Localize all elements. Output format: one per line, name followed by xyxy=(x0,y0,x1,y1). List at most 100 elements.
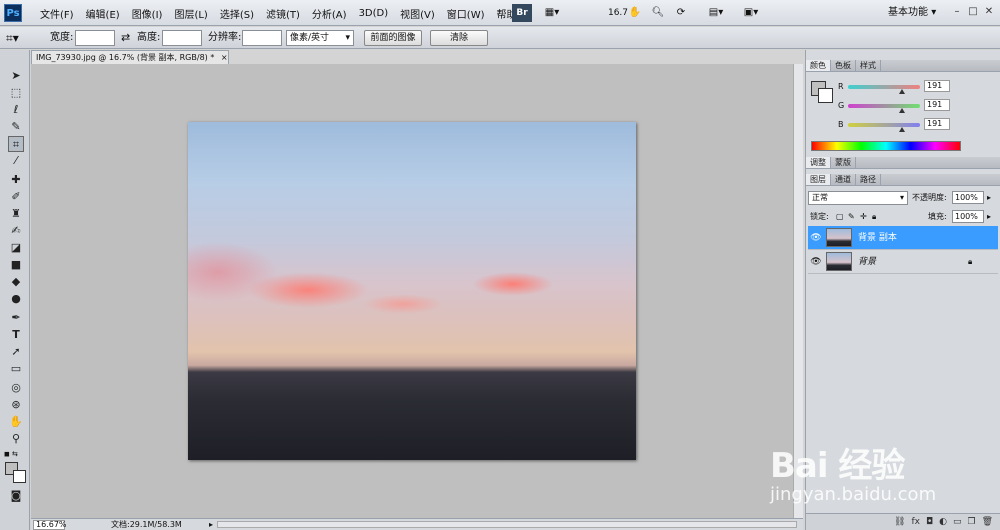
arrange-documents-button[interactable]: ▤▾ xyxy=(703,4,729,22)
tab-swatches[interactable]: 色板 xyxy=(831,60,856,71)
zoom-field[interactable]: 16.67% xyxy=(33,520,67,530)
tab-masks[interactable]: 蒙版 xyxy=(831,157,856,168)
tab-layers[interactable]: 图层 xyxy=(806,174,831,185)
b-value[interactable]: 191 xyxy=(924,118,950,130)
quick-select-icon[interactable]: ✎ xyxy=(8,119,24,135)
brush-icon[interactable]: ✐ xyxy=(8,189,24,205)
tab-color[interactable]: 颜色 xyxy=(806,60,831,71)
swap-icon[interactable]: ⇄ xyxy=(121,31,130,45)
b-slider[interactable] xyxy=(848,123,920,127)
lock-pixels-icon[interactable]: ✎ xyxy=(848,211,855,223)
bridge-button[interactable]: Br xyxy=(512,4,532,22)
lock-all-icon[interactable]: 🔒︎ xyxy=(872,211,876,223)
eraser-icon[interactable]: ◪ xyxy=(8,240,24,256)
horizontal-scrollbar[interactable] xyxy=(217,521,797,528)
3d-orbit-icon[interactable]: ⊛ xyxy=(8,397,24,413)
tab-styles[interactable]: 样式 xyxy=(856,60,881,71)
g-value[interactable]: 191 xyxy=(924,99,950,111)
3d-rotate-icon[interactable]: ◎ xyxy=(8,380,24,396)
dodge-icon[interactable]: ● xyxy=(8,291,24,307)
menu-view[interactable]: 视图(V) xyxy=(394,6,441,21)
history-brush-icon[interactable]: ✍ xyxy=(8,223,24,239)
opacity-arrow-icon[interactable]: ▸ xyxy=(987,192,991,204)
document-tab[interactable]: IMG_73930.jpg @ 16.7% (背景 副本, RGB/8) * × xyxy=(31,50,229,64)
crop-preset-picker[interactable]: ⌗▾ xyxy=(6,30,36,46)
menu-window[interactable]: 窗口(W) xyxy=(441,6,491,21)
chevron-down-icon: ▾ xyxy=(899,193,904,202)
resolution-unit-select[interactable]: 像素/英寸 ▾ xyxy=(286,30,354,46)
fill-arrow-icon[interactable]: ▸ xyxy=(987,211,991,223)
width-input[interactable] xyxy=(75,30,115,46)
view-extras-button[interactable]: ▦▾ xyxy=(540,4,564,22)
crop-icon[interactable]: ⌗ xyxy=(8,136,24,152)
chevron-down-icon: ▾ xyxy=(345,33,350,43)
eye-icon[interactable]: 👁︎ xyxy=(810,232,822,244)
hand-icon[interactable]: ✋ xyxy=(8,414,24,430)
shape-icon[interactable]: ▭ xyxy=(8,361,24,377)
menu-file[interactable]: 文件(F) xyxy=(34,6,80,21)
eyedropper-icon[interactable]: ⁄ xyxy=(8,153,24,169)
workspace-switcher[interactable]: 基本功能 ▾ xyxy=(888,4,958,22)
document-image[interactable] xyxy=(188,122,636,460)
background-color-swatch[interactable] xyxy=(13,470,26,483)
new-layer-icon[interactable]: ❐ xyxy=(967,517,975,527)
menu-image[interactable]: 图像(I) xyxy=(126,6,169,21)
color-spectrum-bar[interactable] xyxy=(811,141,961,151)
front-image-button[interactable]: 前面的图像 xyxy=(364,30,422,46)
lock-transparent-icon[interactable]: ▢ xyxy=(836,211,844,223)
opacity-field[interactable]: 100% xyxy=(952,191,984,204)
r-slider[interactable] xyxy=(848,85,920,89)
pen-icon[interactable]: ✒ xyxy=(8,310,24,326)
g-slider[interactable] xyxy=(848,104,920,108)
menu-layer[interactable]: 图层(L) xyxy=(168,6,213,21)
tab-paths[interactable]: 路径 xyxy=(856,174,881,185)
r-slider-thumb[interactable] xyxy=(899,89,905,94)
type-icon[interactable]: T xyxy=(8,327,24,343)
tab-channels[interactable]: 通道 xyxy=(831,174,856,185)
restore-button[interactable]: □ xyxy=(966,5,980,19)
zoom-icon[interactable]: ⚲ xyxy=(8,431,24,447)
eye-icon[interactable]: 👁︎ xyxy=(810,256,822,268)
width-label: 宽度: xyxy=(50,32,74,43)
swap-colors-icon[interactable]: ◼ ⇆ xyxy=(4,450,26,458)
status-arrow-icon[interactable]: ▸ xyxy=(209,519,213,530)
menu-filter[interactable]: 滤镜(T) xyxy=(260,6,306,21)
color-panel-background-swatch[interactable] xyxy=(818,88,833,103)
screen-mode-button[interactable]: ▣▾ xyxy=(738,4,764,22)
path-select-icon[interactable]: ➚ xyxy=(8,344,24,360)
menu-select[interactable]: 选择(S) xyxy=(214,6,260,21)
hand-tool-button[interactable]: ✋ xyxy=(626,4,644,22)
close-tab-icon[interactable]: × xyxy=(221,53,228,62)
blend-mode-select[interactable]: 正常 ▾ xyxy=(808,191,908,205)
minimize-button[interactable]: – xyxy=(950,5,964,19)
r-label: R xyxy=(838,82,844,91)
layer-name: 背景 xyxy=(858,257,877,267)
menu-analysis[interactable]: 分析(A) xyxy=(306,6,353,21)
lasso-icon[interactable]: ℓ xyxy=(8,102,24,118)
marquee-icon[interactable]: ⬚ xyxy=(8,85,24,101)
clear-button[interactable]: 清除 xyxy=(430,30,488,46)
lock-position-icon[interactable]: ✛ xyxy=(860,211,867,223)
b-slider-thumb[interactable] xyxy=(899,127,905,132)
gradient-icon[interactable]: ■ xyxy=(8,257,24,273)
stamp-icon[interactable]: ♜ xyxy=(8,206,24,222)
layer-row[interactable]: 👁︎ 背景 🔒︎ xyxy=(808,250,998,274)
quick-mask-icon[interactable]: ◙ xyxy=(8,488,24,504)
blur-icon[interactable]: ◆ xyxy=(8,274,24,290)
menu-edit[interactable]: 编辑(E) xyxy=(80,6,126,21)
trash-icon[interactable]: 🗑︎ xyxy=(982,517,993,527)
g-slider-thumb[interactable] xyxy=(899,108,905,113)
healing-icon[interactable]: ✚ xyxy=(8,172,24,188)
rotate-view-button[interactable]: ⟳ xyxy=(672,4,690,22)
close-button[interactable]: ✕ xyxy=(982,5,996,19)
resolution-input[interactable] xyxy=(242,30,282,46)
watermark-url: jingyan.baidu.com xyxy=(770,484,937,505)
fill-field[interactable]: 100% xyxy=(952,210,984,223)
r-value[interactable]: 191 xyxy=(924,80,950,92)
layer-row[interactable]: 👁︎ 背景 副本 xyxy=(808,226,998,250)
move-icon[interactable]: ➤ xyxy=(8,68,24,84)
menu-3d[interactable]: 3D(D) xyxy=(353,8,395,19)
zoom-tool-button[interactable]: 🔍︎ xyxy=(649,4,667,22)
tab-adjustments[interactable]: 调整 xyxy=(806,157,831,168)
height-input[interactable] xyxy=(162,30,202,46)
